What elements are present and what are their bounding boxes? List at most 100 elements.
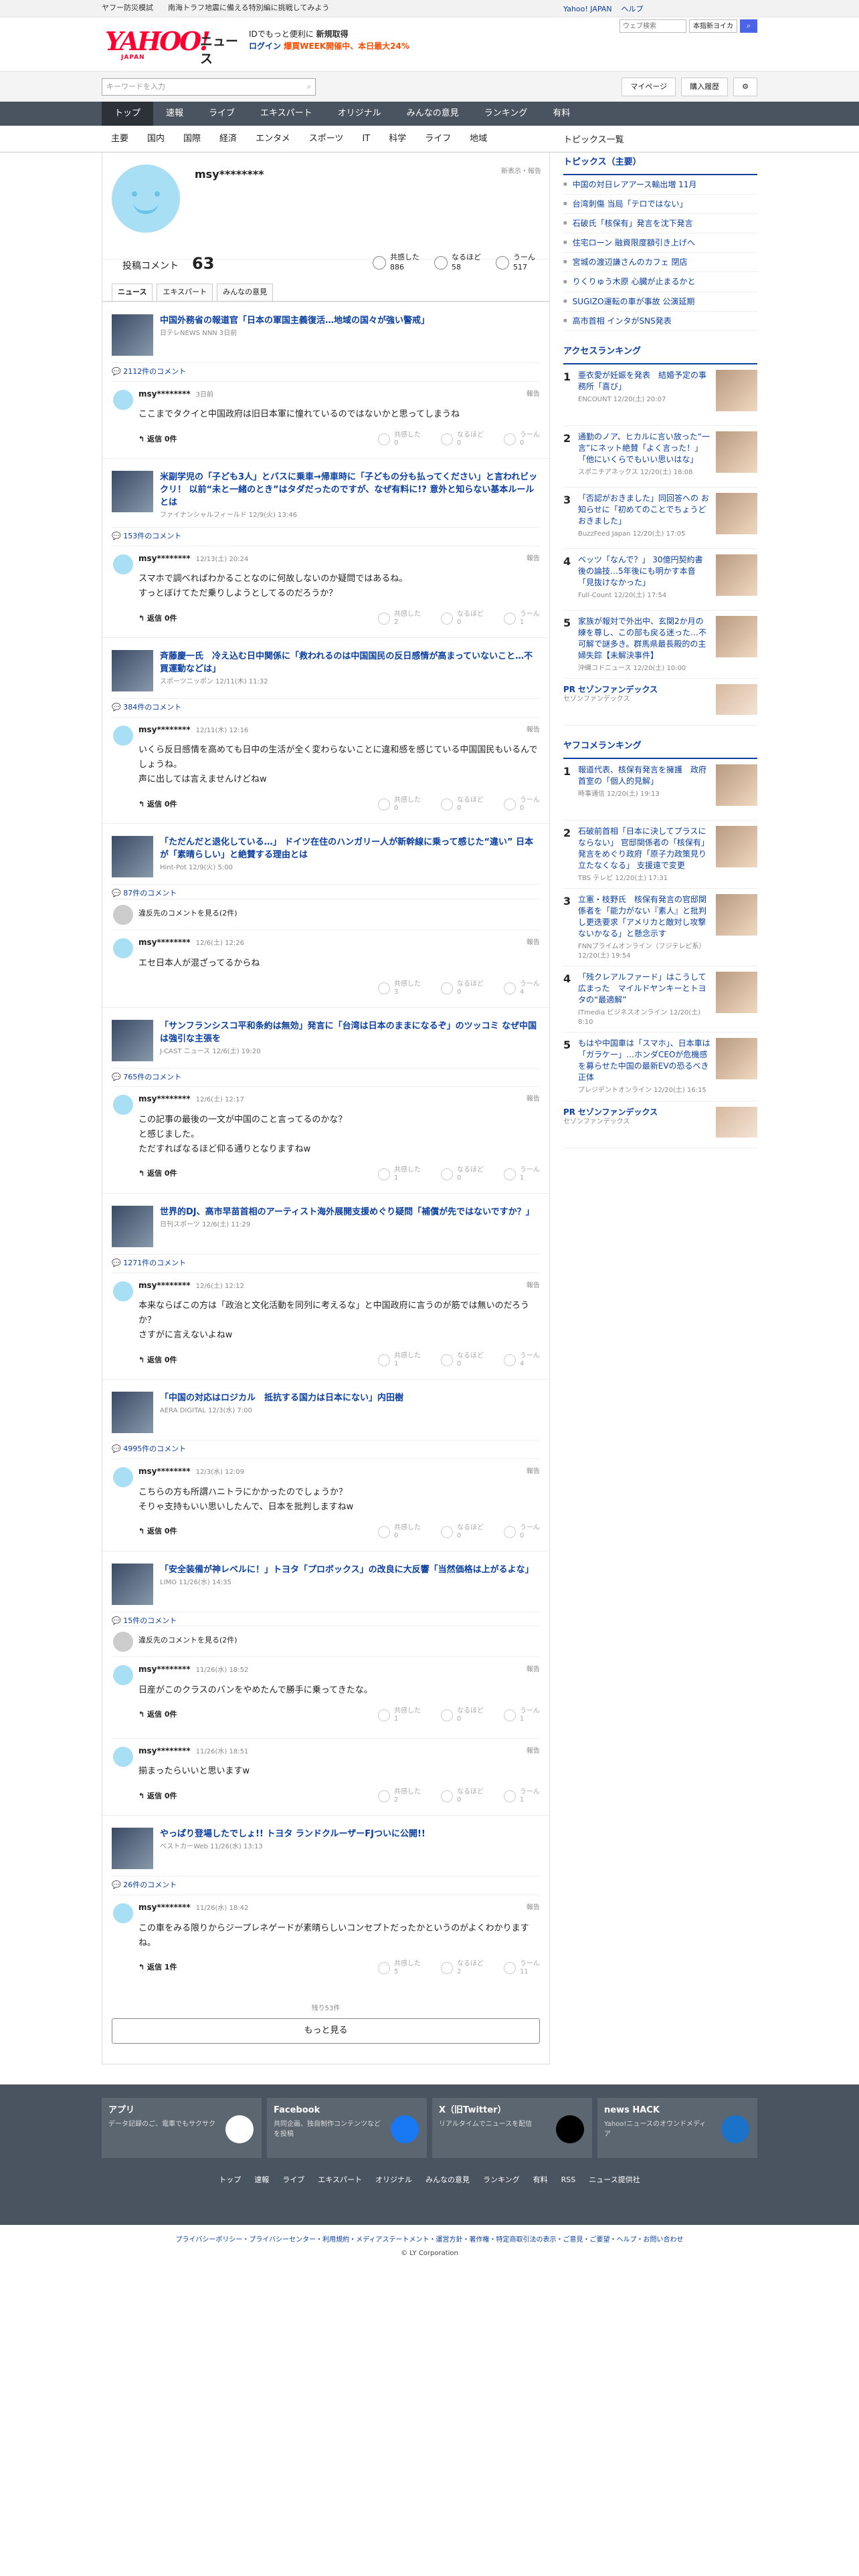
footer-nav-item[interactable]: トップ xyxy=(219,2175,241,2185)
tab-news[interactable]: ニュース xyxy=(112,284,153,301)
reaction-button[interactable]: 共感した 3 xyxy=(378,980,421,996)
ranking-title[interactable]: 通勤のノア、ヒカルに言い放った“一言”にネット絶賛「よく言った！」「他にいくらで… xyxy=(578,431,710,465)
reaction-button[interactable]: うーん 11 xyxy=(504,1960,540,1976)
article-title[interactable]: 「安全装備が神レベルに！」トヨタ「プロボックス」の改良に大反響「当然価格は上がる… xyxy=(160,1564,534,1576)
hidden-comments-link[interactable]: 違反先のコメントを見る(2件) xyxy=(112,1626,540,1652)
footer-nav-item[interactable]: ライブ xyxy=(282,2175,304,2185)
footer-nav-item[interactable]: オリジナル xyxy=(375,2175,412,2185)
reaction-button[interactable]: なるほど 0 xyxy=(441,1707,484,1723)
reaction-button[interactable]: うーん 0 xyxy=(504,796,540,813)
comment-count-link[interactable]: 💬 765件のコメント xyxy=(112,1067,540,1083)
comment-user[interactable]: msy******** 12/6(土) 12:17 xyxy=(138,1093,540,1105)
footer-nav-item[interactable]: みんなの意見 xyxy=(425,2175,470,2185)
tab-expert[interactable]: エキスパート xyxy=(157,284,213,301)
reaction-button[interactable]: 共感した 5 xyxy=(378,1960,421,1976)
comment-count-link[interactable]: 💬 153件のコメント xyxy=(112,526,540,542)
news-search-input[interactable]: キーワードを入力 ⌕ xyxy=(102,78,316,96)
cat-main[interactable]: 主要 xyxy=(102,133,138,145)
cat-it[interactable]: IT xyxy=(353,133,379,145)
article-title[interactable]: 中国外務省の報道官「日本の軍国主義復活…地域の国々が強い警戒」 xyxy=(160,314,430,327)
comment-count-link[interactable]: 💬 1271件のコメント xyxy=(112,1253,540,1269)
profile-report-link[interactable]: 新表示・報告 xyxy=(501,167,541,177)
cat-entertainment[interactable]: エンタメ xyxy=(246,133,300,145)
article-title[interactable]: やっぱり登場したでしょ!! トヨタ ランドクルーザーFJついに公開!! xyxy=(160,1828,425,1840)
reply-button[interactable]: 返信 0件 xyxy=(138,1356,177,1366)
newshack-card[interactable]: news HACK Yahoo!ニュースのオウンドメディア xyxy=(597,2098,757,2159)
comment-user[interactable]: msy******** 12/6(土) 12:26 xyxy=(138,937,540,948)
web-search-input[interactable] xyxy=(619,19,686,33)
reaction-button[interactable]: 共感した 1 xyxy=(378,1166,421,1182)
cat-economy[interactable]: 経済 xyxy=(210,133,246,145)
cat-world[interactable]: 国際 xyxy=(174,133,210,145)
comment-count-link[interactable]: 💬 87件のコメント xyxy=(112,884,540,899)
ranking-title[interactable]: もはや中国車は「スマホ」、日本車は「ガラケー」…ホンダCEOが危機感を募らせた中… xyxy=(578,1038,710,1083)
article-thumbnail[interactable] xyxy=(112,314,153,356)
ranking-title[interactable]: 「否認がおきました」同回答への お知らせに「初めてのことでちょうどおきました」 xyxy=(578,493,710,527)
reaction-button[interactable]: なるほど 0 xyxy=(441,611,484,627)
search-icon[interactable]: ⌕ xyxy=(740,19,757,33)
reply-button[interactable]: 返信 0件 xyxy=(138,1710,177,1720)
ranking-title[interactable]: 亜衣愛が妊娠を発表 結婚予定の事務所「喜び」 xyxy=(578,370,710,393)
reply-button[interactable]: 返信 0件 xyxy=(138,614,177,624)
hidden-comments-link[interactable]: 違反先のコメントを見る(2件) xyxy=(112,899,540,926)
comment-user[interactable]: msy******** 11/26(水) 18:51 xyxy=(138,1745,540,1757)
comment-count-link[interactable]: 💬 4995件のコメント xyxy=(112,1440,540,1455)
report-link[interactable]: 報告 xyxy=(527,1747,540,1756)
ranking-title[interactable]: 「残クレアルファード」はこうして広まった マイルドヤンキーとトヨタの“最適解” xyxy=(578,972,710,1006)
article-title[interactable]: 「中国の対応はロジカル 抵抗する国力は日本にない」内田樹 xyxy=(160,1392,403,1404)
topic-link[interactable]: りくりゅう木原 心臓が止まるかと xyxy=(563,272,757,292)
reply-button[interactable]: 返信 0件 xyxy=(138,1169,177,1179)
comment-user[interactable]: msy******** 3日前 xyxy=(138,389,540,400)
report-link[interactable]: 報告 xyxy=(527,1281,540,1291)
ranking-item[interactable]: 3 立憲・枝野氏 核保有発言の官邸関係者を「能力がない『素人』と批判し更迭要求「ア… xyxy=(563,889,757,967)
ranking-title[interactable]: ベッツ「なんで？」 30億円契約書後の論技…5年後にも明かす本音「見抜けなかった… xyxy=(578,554,710,588)
pr-block[interactable]: PR セゾンファンデックス セゾンファンデックス xyxy=(563,679,757,726)
footer-links[interactable]: プライバシーポリシー・プライバシーセンター・利用規約・メディアステートメント・運… xyxy=(0,2236,859,2245)
yahoo-japan-link[interactable]: Yahoo! JAPAN xyxy=(563,5,612,15)
article-thumbnail[interactable] xyxy=(112,650,153,692)
nav-opinions[interactable]: みんなの意見 xyxy=(394,102,472,126)
gear-icon[interactable]: ⚙ xyxy=(733,78,757,96)
article-title[interactable]: 斉藤慶一氏 冷え込む日中関係に「救われるのは中国国民の反日感情が高まっていないこ… xyxy=(160,650,540,675)
article-title[interactable]: 「サンフランシスコ平和条約は無効」発言に「台湾は日本のままになるぞ」のツッコミ … xyxy=(160,1020,540,1045)
article-thumbnail[interactable] xyxy=(112,1019,153,1061)
report-link[interactable]: 報告 xyxy=(527,726,540,735)
article-title[interactable]: 「ただんだと退化している…」 ドイツ在住のハンガリー人が新幹線に乗って感じた“違… xyxy=(160,836,540,861)
footer-nav-item[interactable]: 有料 xyxy=(533,2175,548,2185)
reaction-button[interactable]: うーん 4 xyxy=(504,980,540,996)
reaction-button[interactable]: うーん 0 xyxy=(504,1524,540,1540)
ranking-item[interactable]: 1 報道代表、核保有発言を擁護 政府首室の「個人的見解」 時事通信 12/20(土)… xyxy=(563,759,757,821)
pr-block[interactable]: PR セゾンファンデックス セゾンファンデックス xyxy=(563,1101,757,1148)
yahoo-news-logo[interactable]: YAHOO! JAPAN ニュース xyxy=(105,28,239,66)
comment-user[interactable]: msy******** 12/11(木) 12:16 xyxy=(138,724,540,736)
reaction-button[interactable]: 共感した 0 xyxy=(378,1524,421,1540)
top-link-disaster[interactable]: ヤフー防災模試 xyxy=(102,3,153,13)
footer-nav-item[interactable]: 速報 xyxy=(254,2175,269,2185)
footer-nav-item[interactable]: ニュース提供社 xyxy=(589,2175,640,2185)
comment-count-link[interactable]: 💬 2112件のコメント xyxy=(112,362,540,377)
ranking-item[interactable]: 4 ベッツ「なんで？」 30億円契約書後の論技…5年後にも明かす本音「見抜けなかっ… xyxy=(563,549,757,611)
footer-nav-item[interactable]: エキスパート xyxy=(318,2175,362,2185)
article-thumbnail[interactable] xyxy=(112,1563,153,1605)
reply-button[interactable]: 返信 0件 xyxy=(138,800,177,810)
ranking-title[interactable]: 立憲・枝野氏 核保有発言の官邸関係者を「能力がない『素人』と批判し更迭要求「アメ… xyxy=(578,894,710,940)
comment-count-link[interactable]: 💬 384件のコメント xyxy=(112,698,540,713)
mypage-button[interactable]: マイページ xyxy=(622,78,676,96)
reaction-button[interactable]: うーん 0 xyxy=(504,431,540,447)
search-scope[interactable]: 本指新ヨイカ xyxy=(689,19,737,33)
app-card[interactable]: アプリ データ記録のご、電車でもサクサク xyxy=(102,2098,262,2159)
ranking-item[interactable]: 2 通勤のノア、ヒカルに言い放った“一言”にネット絶賛「よく言った！」「他にいくら… xyxy=(563,426,757,488)
reaction-button[interactable]: 共感した 1 xyxy=(378,1352,421,1368)
article-thumbnail[interactable] xyxy=(112,1828,153,1870)
report-link[interactable]: 報告 xyxy=(527,1095,540,1104)
reaction-button[interactable]: うーん 1 xyxy=(504,611,540,627)
article-title[interactable]: 米副学児の「子ども3人」とバスに乗車→帰車時に「子どもの分も払ってください」と言… xyxy=(160,471,540,509)
comment-user[interactable]: msy******** 11/26(水) 18:52 xyxy=(138,1664,540,1675)
article-thumbnail[interactable] xyxy=(112,1205,153,1247)
reply-button[interactable]: 返信 1件 xyxy=(138,1963,177,1973)
topic-link[interactable]: 高市首相 インタがSNS発表 xyxy=(563,312,757,332)
reaction-button[interactable]: 共感した 2 xyxy=(378,611,421,627)
search-icon[interactable]: ⌕ xyxy=(307,82,311,92)
cat-local[interactable]: 地域 xyxy=(460,133,496,145)
sale-text[interactable]: 爆買WEEK開催中、本日最大24% xyxy=(284,41,409,51)
